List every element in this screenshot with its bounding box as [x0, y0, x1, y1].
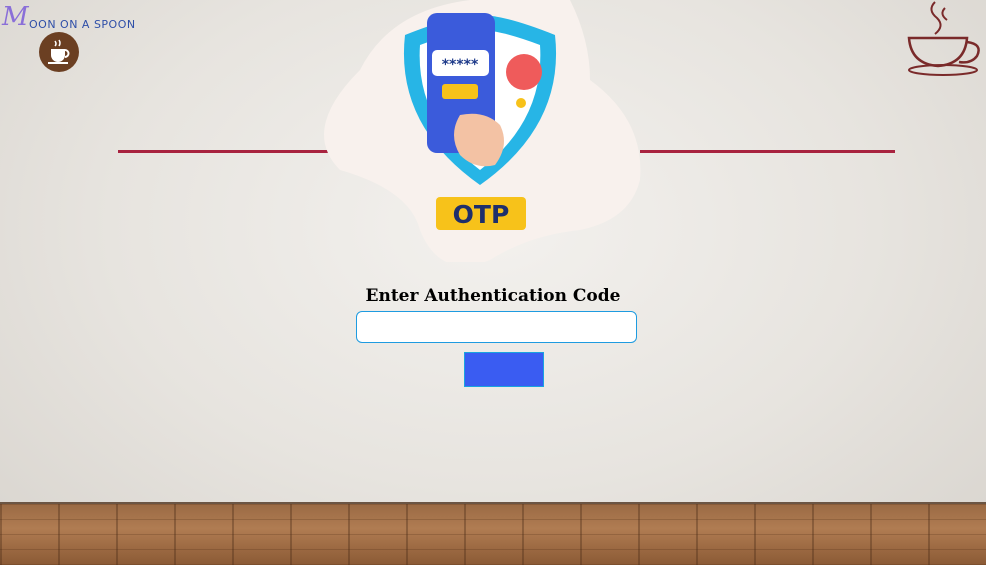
divider-line-left — [118, 150, 332, 153]
form-title: Enter Authentication Code — [365, 286, 621, 306]
logo-mark: M — [2, 2, 29, 32]
otp-password-mask: ***** — [442, 57, 479, 73]
submit-button[interactable] — [464, 352, 544, 387]
brand-logo[interactable]: M OON ON A SPOON — [2, 2, 135, 72]
coffee-cup-icon — [39, 32, 79, 72]
divider-line-right — [640, 150, 895, 153]
otp-phone-shield-icon: ***** OTP — [320, 0, 645, 266]
authentication-code-input[interactable] — [356, 311, 637, 343]
logo-text: OON ON A SPOON — [29, 18, 136, 31]
otp-badge-text: OTP — [453, 200, 510, 229]
wooden-floor — [0, 502, 986, 565]
steaming-cup-icon — [905, 0, 986, 78]
